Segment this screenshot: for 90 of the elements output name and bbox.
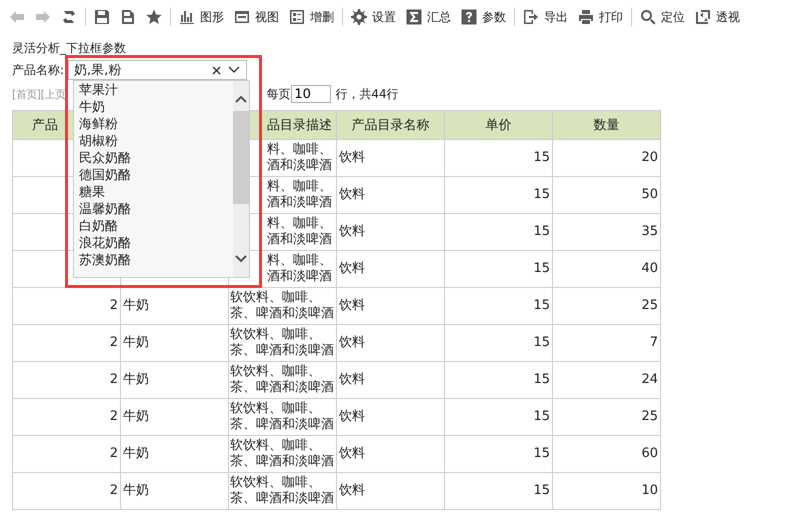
table-cell: 2	[12, 436, 120, 472]
column-header: 产品目录名称	[336, 110, 444, 140]
table-cell: 牛奶	[120, 288, 228, 324]
table-cell: 15	[444, 398, 552, 436]
table-cell: 饮料	[336, 176, 444, 214]
table-cell: 10	[552, 472, 660, 510]
table-cell: 饮料	[336, 250, 444, 288]
scrollbar[interactable]	[233, 81, 249, 277]
table-cell: 15	[444, 288, 552, 324]
table-cell: 2	[12, 362, 120, 398]
scrollbar-thumb[interactable]	[233, 111, 249, 204]
column-header: 单价	[444, 110, 552, 140]
save-as-icon	[120, 9, 136, 25]
table-cell: 50	[552, 176, 660, 214]
view-button[interactable]: 视图	[229, 5, 284, 29]
table-cell: 软饮料、咖啡、茶、啤酒和淡啤酒	[228, 472, 336, 510]
chevron-down-icon[interactable]	[228, 66, 240, 74]
question-icon	[461, 9, 477, 25]
clear-icon[interactable]	[212, 66, 221, 74]
column-header: 数量	[552, 110, 660, 140]
table-cell: 15	[444, 140, 552, 176]
table-cell: 40	[552, 250, 660, 288]
table-cell: 7	[552, 324, 660, 362]
table-cell: 饮料	[336, 398, 444, 436]
summary-button[interactable]: 汇总	[401, 5, 456, 29]
table-cell: 饮料	[336, 362, 444, 398]
pivot-button[interactable]: 透视	[690, 5, 745, 29]
star-icon	[146, 9, 162, 25]
table-cell: 饮料	[336, 288, 444, 324]
table-cell: 软饮料、咖啡、茶、啤酒和淡啤酒	[228, 288, 336, 324]
left-arrow-icon	[9, 9, 25, 25]
table-cell: 2	[12, 324, 120, 362]
table-cell: 牛奶	[120, 362, 228, 398]
chart-button[interactable]: 图形	[174, 5, 229, 29]
table-cell: 15	[444, 324, 552, 362]
table-cell: 24	[552, 362, 660, 398]
table-cell: 2	[12, 398, 120, 436]
search-icon	[640, 9, 656, 25]
table-cell: 15	[444, 176, 552, 214]
export-button[interactable]: 导出	[518, 5, 573, 29]
table-cell: 35	[552, 214, 660, 250]
table-cell: 20	[552, 140, 660, 176]
total-rows-label: 行，共44行	[335, 86, 399, 102]
report-title: 灵活分析_下拉框参数	[11, 40, 127, 56]
edit-rows-button[interactable]: 增删	[284, 5, 339, 29]
table-cell: 牛奶	[120, 472, 228, 510]
table-cell: 牛奶	[120, 324, 228, 362]
table-cell: 15	[444, 362, 552, 398]
table-cell: 25	[552, 398, 660, 436]
right-arrow-icon	[35, 9, 51, 25]
chevron-down-icon[interactable]	[235, 255, 247, 263]
table-cell: 软饮料、咖啡、茶、啤酒和淡啤酒	[228, 436, 336, 472]
dropdown-option[interactable]: 苹果汁	[79, 82, 233, 99]
table-cell: 25	[552, 288, 660, 324]
filter-label: 产品名称:	[12, 63, 64, 77]
save-icon	[94, 9, 110, 25]
table-cell: 15	[444, 472, 552, 510]
per-page-label: 每页	[266, 86, 290, 102]
table-cell: 饮料	[336, 214, 444, 250]
table-cell: 软饮料、咖啡、茶、啤酒和淡啤酒	[228, 398, 336, 436]
settings-button[interactable]: 设置	[346, 5, 401, 29]
table-cell: 15	[444, 436, 552, 472]
window-icon	[234, 9, 250, 25]
product-select[interactable]: 奶,果,粉	[68, 60, 247, 80]
per-page-field[interactable]: 10	[291, 85, 332, 103]
table-cell: 60	[552, 436, 660, 472]
print-button[interactable]: 打印	[573, 5, 628, 29]
chevron-up-icon[interactable]	[235, 95, 247, 103]
checklist-icon	[289, 9, 305, 25]
locate-button[interactable]: 定位	[635, 5, 690, 29]
table-cell: 2	[12, 472, 120, 510]
table-cell: 饮料	[336, 436, 444, 472]
table-cell: 软饮料、咖啡、茶、啤酒和淡啤酒	[228, 362, 336, 398]
export-icon	[523, 9, 539, 25]
pivot-icon	[695, 9, 711, 25]
table-cell: 软饮料、咖啡、茶、啤酒和淡啤酒	[228, 324, 336, 362]
parameters-button[interactable]: 参数	[456, 5, 511, 29]
table-cell: 15	[444, 250, 552, 288]
bar-chart-icon	[179, 9, 195, 25]
printer-icon	[578, 9, 594, 25]
refresh-icon	[61, 9, 77, 25]
table-cell: 牛奶	[120, 398, 228, 436]
table-cell: 饮料	[336, 324, 444, 362]
table-cell: 15	[444, 214, 552, 250]
table-cell: 2	[12, 288, 120, 324]
sigma-icon	[406, 9, 422, 25]
table-cell: 饮料	[336, 472, 444, 510]
table-cell: 牛奶	[120, 436, 228, 472]
settings-icon	[351, 9, 367, 25]
table-cell: 饮料	[336, 140, 444, 176]
